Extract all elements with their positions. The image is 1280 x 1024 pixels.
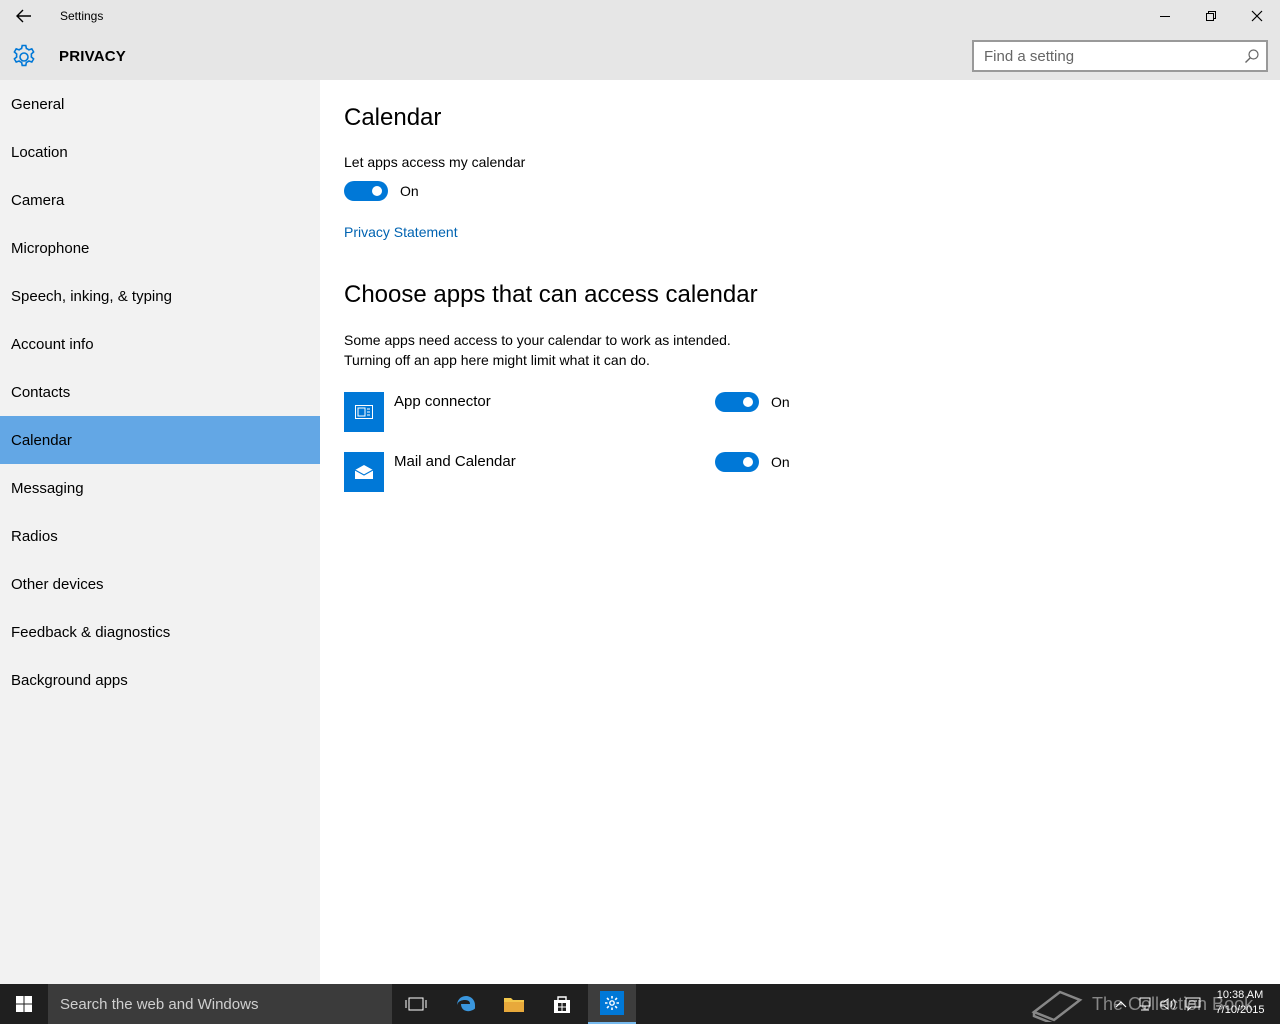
action-center-icon bbox=[1185, 997, 1201, 1012]
book-logo-icon bbox=[1031, 990, 1083, 1022]
mail-calendar-tile bbox=[344, 452, 384, 492]
mail-calendar-state: On bbox=[771, 454, 790, 470]
sidebar-item-label: Other devices bbox=[11, 575, 104, 593]
network-icon bbox=[1139, 997, 1151, 1011]
sidebar-item-location[interactable]: Location bbox=[0, 128, 320, 176]
sidebar-item-messaging[interactable]: Messaging bbox=[0, 464, 320, 512]
minimize-icon bbox=[1160, 16, 1170, 17]
restore-button[interactable] bbox=[1188, 0, 1234, 32]
settings-header: PRIVACY bbox=[0, 32, 1280, 80]
sidebar-item-contacts[interactable]: Contacts bbox=[0, 368, 320, 416]
clock-time: 10:38 AM bbox=[1216, 989, 1264, 1001]
taskbar: The Collection Book 10:38 AM 7/10/2015 bbox=[0, 984, 1280, 1024]
restore-icon bbox=[1206, 11, 1216, 21]
sidebar-item-calendar[interactable]: Calendar bbox=[0, 416, 320, 464]
settings-taskbar-button[interactable] bbox=[588, 984, 636, 1024]
taskbar-clock[interactable]: 10:38 AM 7/10/2015 bbox=[1200, 988, 1280, 1018]
app-connector-state: On bbox=[771, 394, 790, 410]
sidebar-item-label: Speech, inking, & typing bbox=[11, 287, 172, 305]
calendar-access-toggle[interactable] bbox=[344, 181, 388, 201]
page-title: Calendar bbox=[344, 104, 442, 131]
apps-description: Some apps need access to your calendar t… bbox=[344, 330, 794, 370]
taskbar-search[interactable] bbox=[48, 984, 392, 1024]
windows-logo-icon bbox=[16, 996, 32, 1012]
task-view-icon bbox=[405, 997, 427, 1011]
sidebar-item-general[interactable]: General bbox=[0, 80, 320, 128]
store-bag-icon bbox=[554, 996, 570, 1013]
volume-button[interactable] bbox=[1158, 984, 1180, 1024]
sidebar-item-other-devices[interactable]: Other devices bbox=[0, 560, 320, 608]
sidebar-item-label: General bbox=[11, 95, 65, 113]
store-button[interactable] bbox=[538, 984, 586, 1024]
sidebar-item-feedback[interactable]: Feedback & diagnostics bbox=[0, 608, 320, 656]
app-connector-tile bbox=[344, 392, 384, 432]
calendar-access-label: Let apps access my calendar bbox=[344, 154, 526, 170]
back-button[interactable] bbox=[8, 4, 40, 28]
privacy-statement-link[interactable]: Privacy Statement bbox=[344, 224, 458, 240]
sidebar-item-radios[interactable]: Radios bbox=[0, 512, 320, 560]
apps-description-line: Some apps need access to your calendar t… bbox=[344, 332, 731, 348]
volume-icon bbox=[1160, 998, 1176, 1010]
mail-calendar-name: Mail and Calendar bbox=[394, 453, 516, 470]
app-connector-toggle[interactable] bbox=[715, 392, 759, 412]
sidebar-item-label: Account info bbox=[11, 335, 94, 353]
sidebar-item-microphone[interactable]: Microphone bbox=[0, 224, 320, 272]
mail-calendar-toggle[interactable] bbox=[715, 452, 759, 472]
app-connector-name: App connector bbox=[394, 393, 491, 410]
apps-section-title: Choose apps that can access calendar bbox=[344, 281, 758, 308]
sidebar-item-label: Microphone bbox=[11, 239, 90, 257]
back-arrow-icon bbox=[16, 9, 31, 23]
sidebar-item-background-apps[interactable]: Background apps bbox=[0, 656, 320, 704]
clock-date: 7/10/2015 bbox=[1215, 1004, 1265, 1016]
find-setting-search[interactable] bbox=[972, 40, 1268, 72]
sidebar-item-label: Camera bbox=[11, 191, 65, 209]
sidebar-item-account-info[interactable]: Account info bbox=[0, 320, 320, 368]
sidebar-item-camera[interactable]: Camera bbox=[0, 176, 320, 224]
title-bar: Settings bbox=[0, 0, 1280, 32]
close-icon bbox=[1251, 10, 1263, 22]
gear-icon bbox=[605, 996, 619, 1010]
network-button[interactable] bbox=[1134, 984, 1156, 1024]
sidebar-nav: General Location Camera Microphone Speec… bbox=[0, 80, 320, 984]
sidebar-item-label: Feedback & diagnostics bbox=[11, 623, 171, 641]
sidebar-item-label: Location bbox=[11, 143, 68, 161]
mail-envelope-icon bbox=[354, 465, 374, 479]
edge-browser-icon bbox=[457, 996, 475, 1012]
folder-icon bbox=[504, 998, 524, 1012]
show-hidden-icons-button[interactable] bbox=[1110, 984, 1132, 1024]
app-connector-icon bbox=[355, 405, 373, 419]
apps-description-line: Turning off an app here might limit what… bbox=[344, 352, 650, 368]
start-button[interactable] bbox=[0, 984, 48, 1024]
settings-tile bbox=[600, 991, 624, 1015]
sidebar-item-speech[interactable]: Speech, inking, & typing bbox=[0, 272, 320, 320]
search-icon[interactable] bbox=[1244, 48, 1260, 64]
edge-button[interactable] bbox=[442, 984, 490, 1024]
file-explorer-button[interactable] bbox=[490, 984, 538, 1024]
sidebar-item-label: Messaging bbox=[11, 479, 84, 497]
main-content: Calendar Let apps access my calendar On … bbox=[320, 80, 1280, 984]
minimize-button[interactable] bbox=[1142, 0, 1188, 32]
sidebar-item-label: Background apps bbox=[11, 671, 128, 689]
taskbar-search-input[interactable] bbox=[48, 984, 368, 1024]
sidebar-item-label: Contacts bbox=[11, 383, 71, 401]
gear-icon bbox=[13, 44, 35, 67]
window-title: Settings bbox=[60, 9, 104, 23]
calendar-access-state: On bbox=[400, 183, 419, 199]
close-button[interactable] bbox=[1234, 0, 1280, 32]
chevron-up-icon bbox=[1115, 1001, 1127, 1008]
find-setting-input[interactable] bbox=[974, 42, 1224, 70]
section-title: PRIVACY bbox=[59, 48, 126, 65]
sidebar-item-label: Radios bbox=[11, 527, 58, 545]
task-view-button[interactable] bbox=[392, 984, 440, 1024]
sidebar-item-label: Calendar bbox=[11, 431, 72, 449]
